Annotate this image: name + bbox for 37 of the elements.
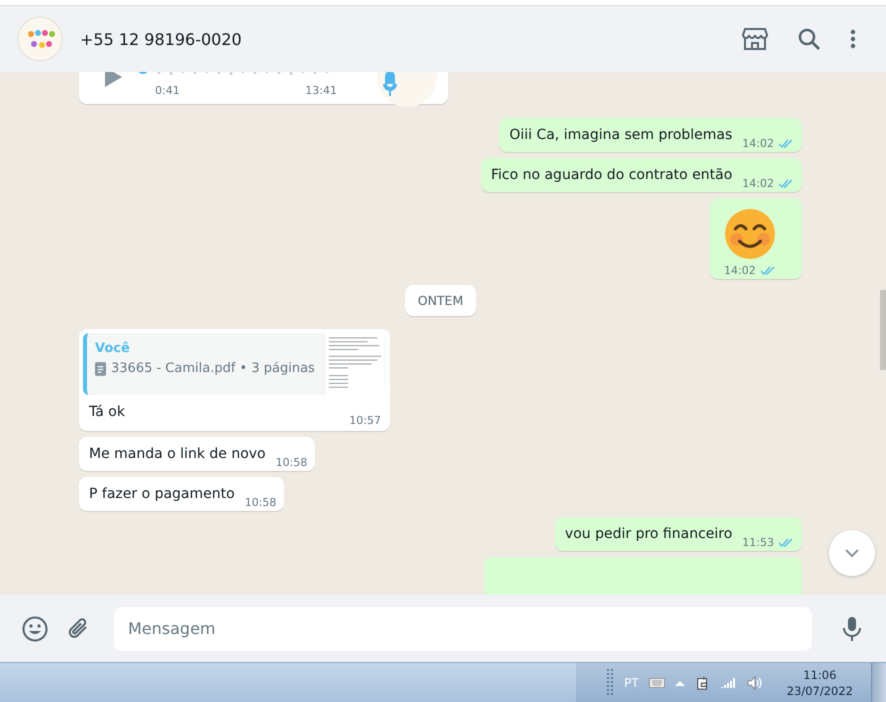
contact-name: +55 12 98196-0020	[80, 30, 242, 48]
message-time: 14:02	[742, 137, 774, 150]
smiling-face-icon	[724, 208, 776, 260]
message-text: P fazer o pagamento	[89, 485, 235, 504]
quoted-document[interactable]: Você 33665 - Camila.pdf • 3 páginas	[83, 333, 385, 395]
file-name: 33665 - Camila.pdf • 3 páginas	[111, 361, 315, 376]
quote-author: Você	[95, 341, 131, 356]
date-chip: ONTEM	[404, 285, 476, 316]
logo-avatar-icon[interactable]	[17, 16, 63, 62]
clock[interactable]: 11:06 23/07/2022	[786, 667, 853, 699]
chevron-down-icon	[844, 548, 860, 558]
shop-icon[interactable]	[742, 27, 768, 51]
audio-duration: 0:41	[155, 84, 180, 96]
message-text: vou pedir pro financeiro	[564, 525, 732, 544]
message-time: 13:41	[305, 84, 337, 96]
clock-time: 11:06	[803, 667, 836, 683]
message-time: 10:58	[244, 496, 276, 509]
scrollbar-thumb[interactable]	[880, 290, 886, 370]
message-text: Oiii Ca, imagina sem problemas	[509, 126, 732, 145]
message-time: 10:57	[349, 414, 381, 427]
message-time: 10:58	[276, 456, 308, 469]
message-input[interactable]: Mensagem	[114, 606, 812, 650]
smiley-icon[interactable]	[22, 616, 48, 642]
message-time: 11:53	[742, 536, 774, 549]
message-text: Fico no aguardo do contrato então	[490, 166, 732, 185]
search-icon[interactable]	[796, 27, 822, 51]
clock-date: 23/07/2022	[786, 683, 853, 699]
message-time: 14:02	[742, 177, 774, 190]
message-text: Me manda o link de novo	[89, 445, 266, 464]
microphone-icon[interactable]	[842, 616, 862, 642]
message-text: Tá ok	[89, 403, 125, 422]
grip-icon	[606, 668, 614, 698]
speaker-icon[interactable]	[746, 676, 763, 690]
menu-icon[interactable]	[850, 29, 856, 49]
message-time: 14:02	[724, 264, 756, 277]
document-icon	[95, 362, 106, 376]
keyboard-icon[interactable]	[648, 676, 665, 690]
